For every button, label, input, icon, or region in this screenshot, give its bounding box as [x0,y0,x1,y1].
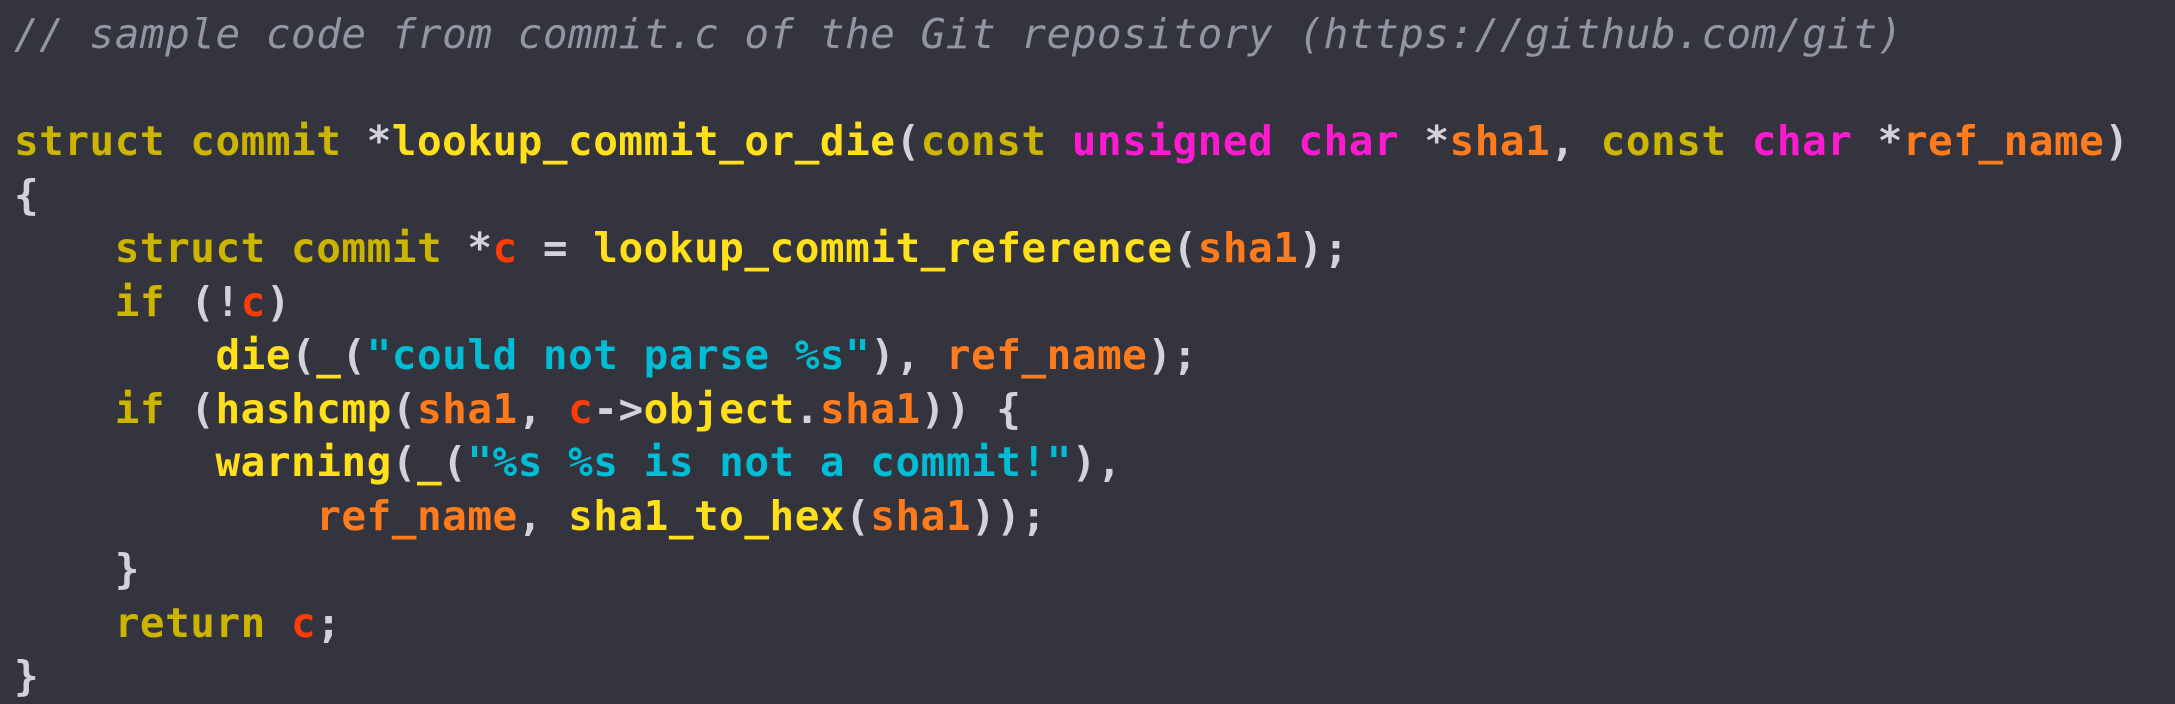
code-token-punct: ); [1298,224,1349,272]
code-token-punct [14,438,215,486]
code-line-7: die(_("could not parse %s"), ref_name); [14,329,2175,383]
code-token-punct: ( [391,438,417,486]
code-token-var: ref_name [316,491,518,540]
code-line-4: { [14,169,2175,223]
code-token-var: ref_name [945,331,1148,379]
code-line-11: } [14,543,2175,597]
code-token-var: ref_name [1902,117,2105,165]
code-token-keyword: if [114,384,166,433]
code-token-punct: ( [391,384,417,433]
code-token-func: _ [316,331,342,379]
code-token-punct: * [1424,117,1450,165]
code-line-8: if (hashcmp(sha1, c->object.sha1)) { [14,383,2175,437]
code-token-func: die [215,331,292,379]
code-token-keyword: const [920,117,1072,165]
code-token-keyword: return [114,598,266,647]
code-token-punct: , [1550,117,1601,165]
code-token-punct: ); [1147,331,1198,379]
code-token-punct: . [794,384,820,433]
code-line-10: ref_name, sha1_to_hex(sha1)); [14,490,2175,544]
code-token-punct [14,492,316,540]
code-token-func: lookup_commit_reference [593,224,1173,272]
code-line-9: warning(_("%s %s is not a commit!"), [14,436,2175,490]
code-token-punct: = [517,224,594,272]
code-token-punct: (! [165,277,241,326]
code-token-punct: * [467,224,493,272]
code-token-func: warning [215,438,392,486]
code-token-punct [266,599,291,647]
code-token-punct: )); [971,491,1047,540]
code-token-punct: ( [291,331,317,379]
code-token-keyword: const [1600,117,1752,165]
code-token-func: sha1_to_hex [568,491,846,540]
code-token-punct: * [366,117,392,165]
code-block: // sample code from commit.c of the Git … [0,0,2175,700]
code-token-punct [14,385,115,433]
code-token-punct: ) [265,277,292,326]
code-token-punct: ), [870,331,946,379]
code-token-punct: -> [593,384,644,433]
code-token-keyword: if [114,277,166,326]
code-token-punct: } [14,545,140,593]
code-token-func: _ [416,438,443,486]
code-token-var2: c [568,384,594,433]
code-token-punct: ( [165,384,216,433]
code-line-1: // sample code from commit.c of the Git … [14,8,2175,62]
code-token-comment: // sample code from commit.c of the Git … [14,10,1903,58]
code-token-punct: ( [442,438,468,486]
code-token-punct: ( [341,331,367,379]
code-token-punct: , [517,384,569,433]
code-line-13: } [14,650,2175,704]
code-line-6: if (!c) [14,276,2175,330]
code-token-punct [14,331,215,379]
code-token-type: unsigned char [1071,117,1425,165]
code-token-keyword: struct commit [114,224,468,272]
code-token-func: lookup_commit_or_die [391,117,896,165]
code-line-3: struct commit *lookup_commit_or_die(cons… [14,115,2175,169]
code-token-punct: )) { [920,384,1022,433]
code-token-type: char [1751,117,1878,165]
code-token-var: sha1 [870,491,972,540]
code-token-var: sha1 [819,384,921,433]
code-token-keyword: struct commit [14,117,367,165]
code-token-punct [14,278,115,326]
code-token-punct: { [14,170,40,219]
code-token-punct: ( [845,491,871,540]
code-token-punct: ( [1172,224,1198,272]
code-line-12: return c; [14,597,2175,651]
code-token-func: object [643,384,795,433]
code-token-punct [14,599,115,647]
code-token-punct: ) [2104,117,2130,165]
code-token-var2: c [291,598,317,647]
code-token-punct: ), [1071,438,1123,486]
code-token-var2: c [492,224,518,272]
code-token-var: sha1 [1449,117,1551,165]
code-token-punct: } [14,652,40,700]
code-line-5: struct commit *c = lookup_commit_referen… [14,222,2175,276]
code-token-var: sha1 [1197,224,1299,272]
code-token-punct: * [1877,117,1903,165]
code-token-punct: ; [316,598,342,647]
code-token-string: "could not parse %s" [366,331,871,379]
code-token-var: sha1 [416,384,518,433]
code-token-punct: ( [895,117,921,165]
code-token-var2: c [240,277,266,326]
code-token-string: "%s %s is not a commit!" [467,438,1072,486]
code-token-func: hashcmp [215,384,392,433]
code-token-punct [14,224,115,272]
code-token-punct: , [517,491,569,540]
